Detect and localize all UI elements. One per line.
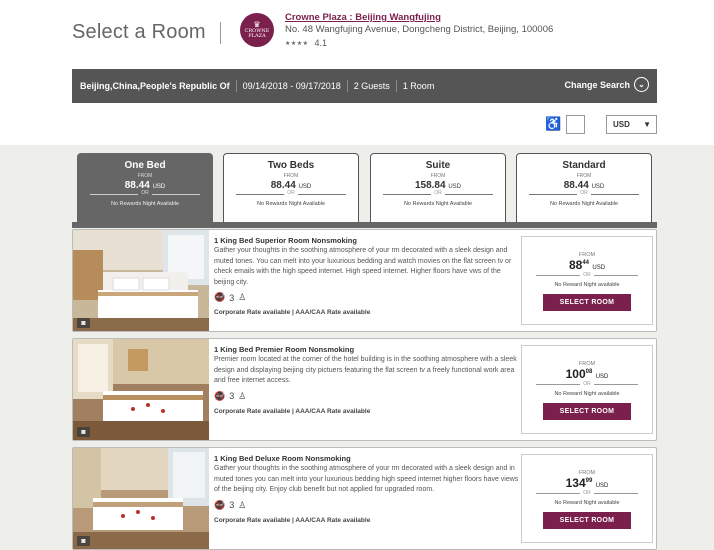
room-card: ◙ 1 King Bed Premier Room Nonsmoking Pre…	[72, 338, 657, 441]
tab-name: One Bed	[124, 160, 166, 171]
tab-or-divider: OR	[236, 190, 346, 200]
room-title: 1 King Bed Deluxe Room Nonsmoking	[214, 454, 351, 463]
room-rates: Corporate Rate available | AAA/CAA Rate …	[214, 309, 371, 316]
room-description: Gather your thoughts in the soothing atm…	[214, 465, 519, 493]
tab-or-divider: OR	[90, 190, 200, 200]
room-photo[interactable]: ◙	[73, 230, 209, 331]
title-divider	[220, 22, 221, 44]
occupancy-count: 3	[229, 391, 235, 401]
tab-one-bed[interactable]: One Bed FROM 88.44 USD OR No Rewards Nig…	[77, 153, 213, 226]
room-title: 1 King Bed Premier Room Nonsmoking	[214, 345, 355, 354]
select-room-button[interactable]: SELECT ROOM	[543, 403, 631, 420]
person-icon: ♙	[238, 292, 247, 302]
currency-value: USD	[613, 120, 630, 129]
room-price: 10008 USD	[565, 367, 609, 381]
tab-no-rewards: No Rewards Night Available	[549, 201, 619, 207]
tab-or-divider: OR	[383, 190, 493, 200]
accessible-rooms-checkbox[interactable]	[566, 115, 585, 134]
price-box: FROM 13499 USD OR No Reward Night availa…	[521, 454, 653, 543]
room-description: Gather your thoughts in the soothing atm…	[214, 247, 512, 286]
no-reward-night: No Reward Night available	[554, 282, 620, 288]
tab-no-rewards: No Rewards Night Available	[110, 201, 180, 207]
room-amenities: 🚭 3 ♙	[214, 391, 520, 402]
caret-down-icon: ▼	[643, 120, 651, 129]
hotel-logo[interactable]: ♛ CROWNE PLAZA	[240, 13, 274, 47]
room-amenities: 🚭 3 ♙	[214, 500, 520, 511]
price-or-divider: OR	[536, 381, 638, 391]
camera-icon[interactable]: ◙	[77, 427, 90, 437]
chevron-down-icon: ⌄	[634, 77, 649, 92]
tab-no-rewards: No Rewards Night Available	[403, 201, 473, 207]
price-box: FROM 10008 USD OR No Reward Night availa…	[521, 345, 653, 434]
room-rates: Corporate Rate available | AAA/CAA Rate …	[214, 407, 371, 415]
tab-from: FROM	[137, 173, 153, 179]
hotel-name-link[interactable]: Crowne Plaza : Beijing Wangfujing	[285, 12, 441, 23]
tab-underline	[72, 222, 657, 228]
camera-icon[interactable]: ◙	[77, 318, 90, 328]
tab-from: FROM	[576, 173, 592, 179]
wheelchair-icon: ♿	[545, 116, 562, 131]
no-smoking-icon: 🚭	[214, 499, 226, 510]
search-dates: 09/14/2018 - 09/17/2018	[237, 80, 348, 92]
occupancy-count: 3	[229, 292, 235, 303]
hotel-rating: ★★★★ 4.1	[285, 38, 327, 48]
room-title: 1 King Bed Superior Room Nonsmoking	[214, 236, 357, 245]
tab-suite[interactable]: Suite FROM 158.84 USD OR No Rewards Nigh…	[370, 153, 506, 226]
tab-or-divider: OR	[529, 190, 639, 200]
tab-name: Two Beds	[267, 160, 315, 171]
tab-from: FROM	[283, 173, 299, 179]
search-rooms: 1 Room	[402, 81, 435, 91]
room-card: ◙ 1 King Bed Deluxe Room Nonsmoking Gath…	[72, 447, 657, 550]
person-icon: ♙	[238, 499, 247, 510]
room-card: ◙ 1 King Bed Superior Room Nonsmoking Ga…	[72, 229, 657, 332]
no-smoking-icon: 🚭	[214, 390, 226, 401]
tab-from: FROM	[430, 173, 446, 179]
currency-select[interactable]: USD ▼	[606, 115, 657, 134]
room-price: 13499 USD	[565, 476, 609, 490]
no-smoking-icon: 🚭	[214, 292, 226, 302]
price-or-divider: OR	[536, 490, 638, 500]
search-location: Beijing,China,People's Republic Of	[72, 80, 237, 92]
room-amenities: 🚭 3 ♙	[214, 292, 520, 303]
select-room-button[interactable]: SELECT ROOM	[543, 294, 631, 311]
tab-no-rewards: No Rewards Night Available	[256, 201, 326, 207]
change-search-label: Change Search	[564, 79, 630, 90]
price-or-divider: OR	[536, 272, 638, 282]
room-photo[interactable]: ◙	[73, 448, 209, 549]
tab-name: Standard	[562, 160, 606, 171]
room-photo[interactable]: ◙	[73, 339, 209, 440]
no-reward-night: No Reward Night available	[554, 391, 620, 397]
room-info: 1 King Bed Premier Room Nonsmoking Premi…	[214, 345, 520, 415]
rating-stars-icon: ★★★★	[285, 40, 309, 47]
tab-two-beds[interactable]: Two Beds FROM 88.44 USD OR No Rewards Ni…	[223, 153, 359, 226]
person-icon: ♙	[238, 390, 247, 401]
logo-text-bottom: PLAZA	[248, 33, 266, 39]
search-guests: 2 Guests	[348, 80, 397, 92]
hotel-address: No. 48 Wangfujing Avenue, Dongcheng Dist…	[285, 24, 554, 35]
rating-value: 4.1	[314, 38, 328, 48]
room-rates: Corporate Rate available | AAA/CAA Rate …	[214, 516, 371, 524]
room-description: Premier room located at the corner of th…	[214, 356, 517, 384]
search-summary-bar: Beijing,China,People's Republic Of 09/14…	[72, 69, 657, 103]
tab-standard[interactable]: Standard FROM 88.44 USD OR No Rewards Ni…	[516, 153, 652, 226]
select-room-button[interactable]: SELECT ROOM	[543, 512, 631, 529]
room-info: 1 King Bed Superior Room Nonsmoking Gath…	[214, 236, 520, 316]
occupancy-count: 3	[229, 500, 235, 510]
tab-name: Suite	[425, 160, 451, 171]
change-search-button[interactable]: Change Search ⌄	[564, 77, 649, 92]
camera-icon[interactable]: ◙	[77, 536, 90, 546]
room-price: 8844 USD	[568, 258, 606, 272]
page-title: Select a Room	[72, 21, 206, 43]
price-box: FROM 8844 USD OR No Reward Night availab…	[521, 236, 653, 325]
room-info: 1 King Bed Deluxe Room Nonsmoking Gather…	[214, 454, 520, 524]
no-reward-night: No Reward Night available	[554, 500, 620, 506]
